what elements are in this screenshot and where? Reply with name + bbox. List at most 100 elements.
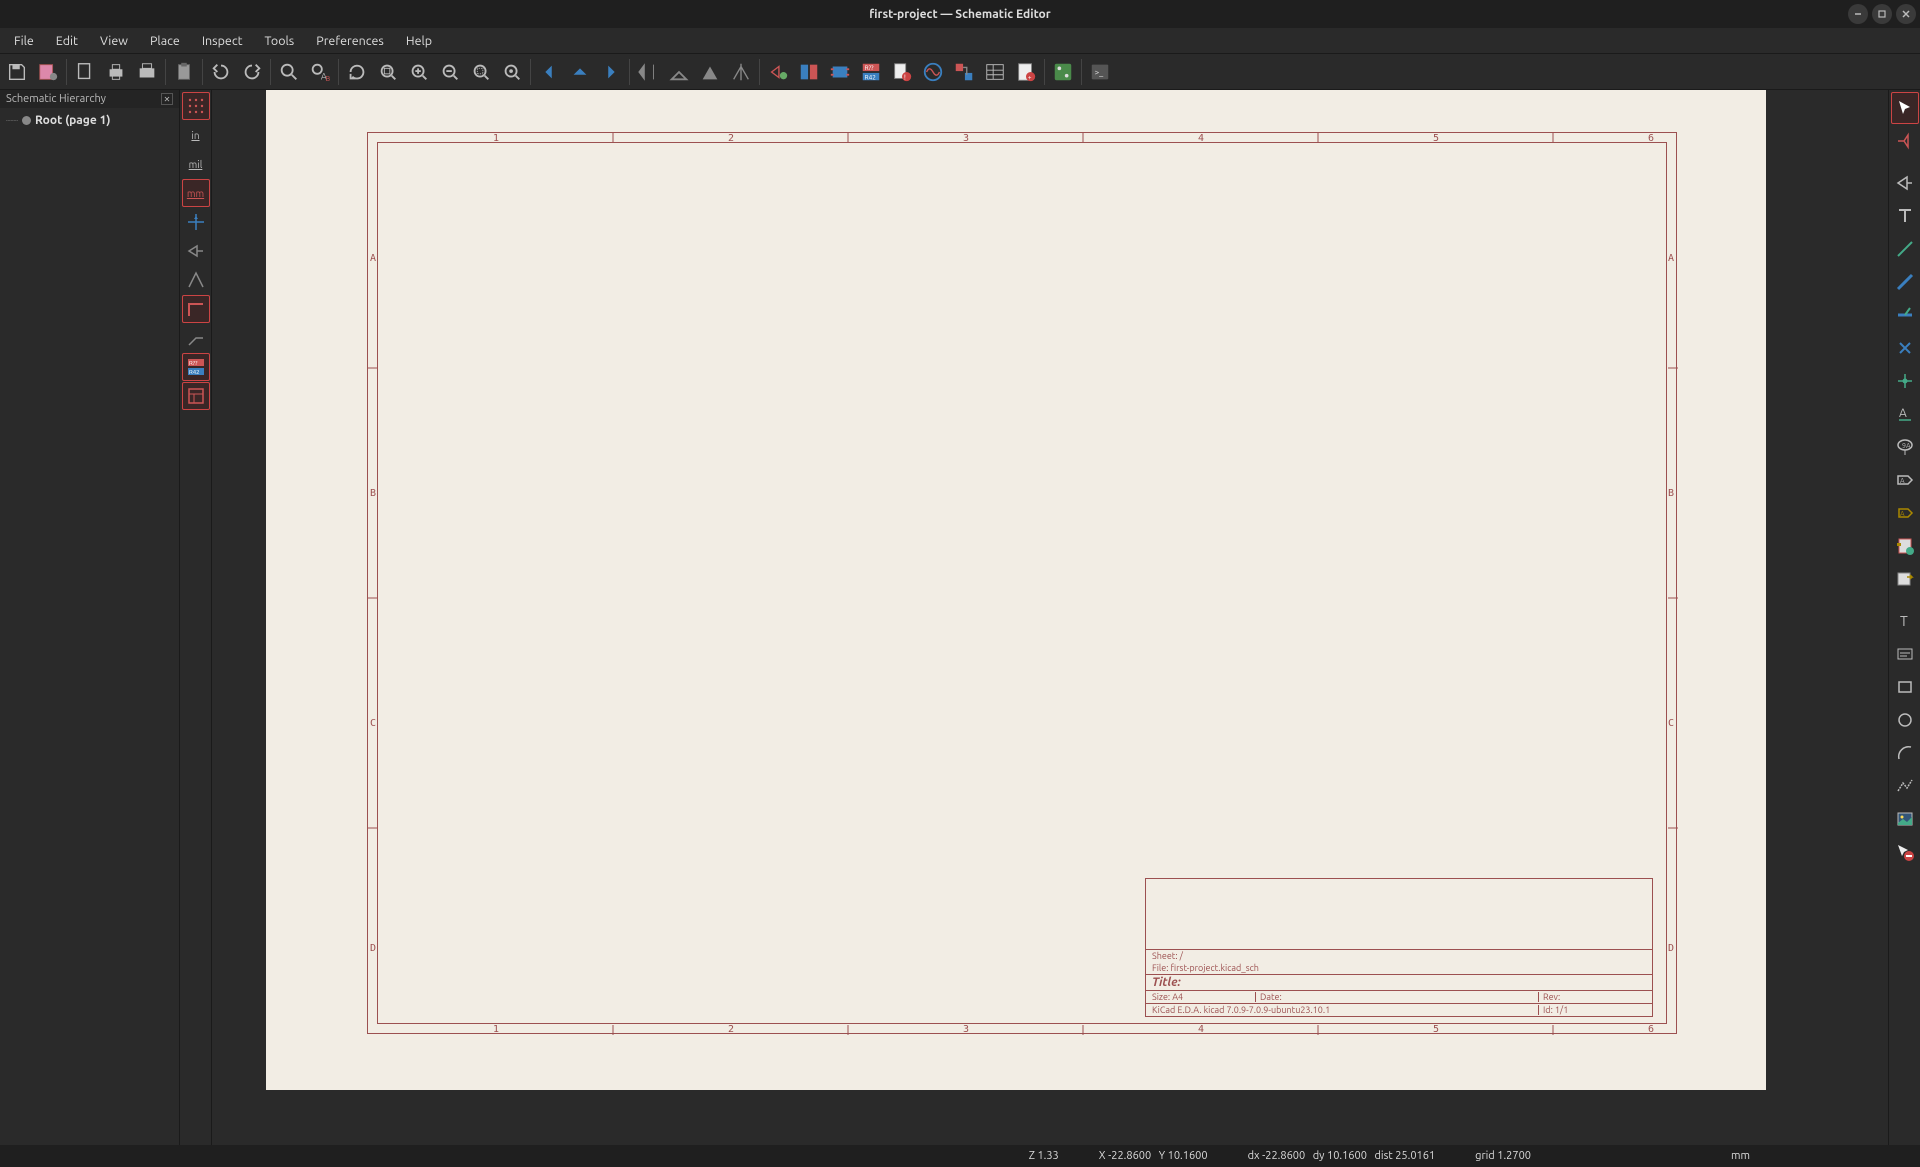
simulator-button[interactable] [918,57,948,87]
edit-symbol-fields-button[interactable] [980,57,1010,87]
add-sheet-button[interactable] [1891,530,1919,562]
menu-preferences[interactable]: Preferences [306,32,394,50]
browse-symbols-button[interactable] [794,57,824,87]
mirror-v-button[interactable] [726,57,756,87]
hierarchy-panel-title: Schematic Hierarchy [6,93,106,105]
menu-tools[interactable]: Tools [255,32,305,50]
menu-file[interactable]: File [4,32,44,50]
title-block-size: Size: A4 [1150,992,1255,1002]
title-block-rev: Rev: [1538,992,1648,1002]
add-arc-button[interactable] [1891,737,1919,769]
frame-col-mark: 1 [493,1024,499,1035]
highlight-net-button[interactable] [1891,125,1919,157]
rotate-cw-button[interactable] [664,57,694,87]
nav-forward-button[interactable] [596,57,626,87]
zoom-in-button[interactable] [404,57,434,87]
add-hier-label-button[interactable]: A [1891,497,1919,529]
zoom-to-objects-button[interactable] [497,57,527,87]
separator [759,59,760,85]
separator [1044,59,1045,85]
zoom-fit-button[interactable] [373,57,403,87]
zoom-selection-button[interactable] [466,57,496,87]
grid-toggle-button[interactable] [182,92,210,120]
show-hidden-pins-button[interactable] [182,237,210,265]
select-tool-button[interactable] [1891,92,1919,124]
scripting-console-button[interactable]: >_ [1085,57,1115,87]
import-sheet-pin-button[interactable] [1891,563,1919,595]
find-replace-button[interactable]: AB [305,57,335,87]
plot-button[interactable] [132,57,162,87]
menu-help[interactable]: Help [396,32,442,50]
unit-inch-button[interactable]: in [182,121,210,149]
symbol-editor-button[interactable] [763,57,793,87]
nav-up-button[interactable] [565,57,595,87]
undo-button[interactable] [206,57,236,87]
title-block-date: Date: [1255,992,1538,1002]
find-button[interactable] [274,57,304,87]
refresh-button[interactable] [342,57,372,87]
page-settings-button[interactable] [70,57,100,87]
delete-tool-button[interactable] [1891,836,1919,868]
add-textbox-button[interactable] [1891,638,1919,670]
menu-inspect[interactable]: Inspect [192,32,253,50]
mirror-h-button[interactable] [695,57,725,87]
add-image-button[interactable] [1891,803,1919,835]
schematic-setup-button[interactable] [33,57,63,87]
status-grid[interactable]: grid 1.2700 [1475,1150,1531,1162]
add-circle-button[interactable] [1891,704,1919,736]
drawing-sheet-inner-frame: 1 2 3 4 5 6 1 2 3 4 5 6 A B C D A B C D [377,142,1667,1024]
window-minimize-button[interactable] [1848,4,1868,24]
svg-text:A: A [1900,510,1905,518]
hierarchy-panel-close-button[interactable]: ✕ [161,93,173,105]
separator [530,59,531,85]
hierarchy-nav-button[interactable] [182,382,210,410]
schematic-canvas[interactable]: 1 2 3 4 5 6 1 2 3 4 5 6 A B C D A B C D [212,90,1888,1145]
add-lines-button[interactable] [1891,770,1919,802]
add-rectangle-button[interactable] [1891,671,1919,703]
add-power-button[interactable] [1891,200,1919,232]
status-unit[interactable]: mm [1731,1150,1750,1162]
add-noconnect-button[interactable] [1891,332,1919,364]
nav-back-button[interactable] [534,57,564,87]
add-symbol-button[interactable] [1891,167,1919,199]
add-bus-button[interactable] [1891,266,1919,298]
menu-edit[interactable]: Edit [46,32,88,50]
zoom-out-button[interactable] [435,57,465,87]
svg-text:B: B [326,75,331,83]
unit-mm-button[interactable]: mm [182,179,210,207]
open-pcb-button[interactable] [1048,57,1078,87]
frame-row-mark: A [1668,253,1674,264]
title-block: Sheet: / File: first-project.kicad_sch T… [1145,878,1653,1017]
menu-view[interactable]: View [90,32,138,50]
rotate-ccw-button[interactable] [633,57,663,87]
unit-mil-button[interactable]: mil [182,150,210,178]
menu-place[interactable]: Place [140,32,190,50]
assign-footprints-button[interactable] [949,57,979,87]
bom-button[interactable]: + [1011,57,1041,87]
add-wire-button[interactable] [1891,233,1919,265]
erc-button[interactable]: ! [887,57,917,87]
footprint-editor-button[interactable] [825,57,855,87]
frame-col-mark: 2 [728,1024,734,1035]
add-bus-entry-button[interactable] [1891,299,1919,331]
add-text-button[interactable]: T [1891,605,1919,637]
annotate-button[interactable]: R??R42 [856,57,886,87]
90deg-wires-button[interactable] [182,295,210,323]
window-close-button[interactable] [1896,4,1916,24]
save-button[interactable] [2,57,32,87]
annotate-auto-button[interactable]: R??R42 [182,353,210,381]
print-button[interactable] [101,57,131,87]
full-crosshair-button[interactable] [182,208,210,236]
redo-button[interactable] [237,57,267,87]
svg-text:T: T [1900,613,1908,629]
window-maximize-button[interactable] [1872,4,1892,24]
add-global-label-button[interactable]: A [1891,464,1919,496]
45deg-wires-button[interactable] [182,324,210,352]
title-block-file: File: first-project.kicad_sch [1150,963,1263,973]
free-angle-wires-button[interactable] [182,266,210,294]
add-label-button[interactable]: A [1891,398,1919,430]
tree-root-item[interactable]: ┈┈ Root (page 1) [6,112,173,129]
paste-button[interactable] [169,57,199,87]
add-netclass-label-button[interactable]: 9A [1891,431,1919,463]
add-junction-button[interactable] [1891,365,1919,397]
